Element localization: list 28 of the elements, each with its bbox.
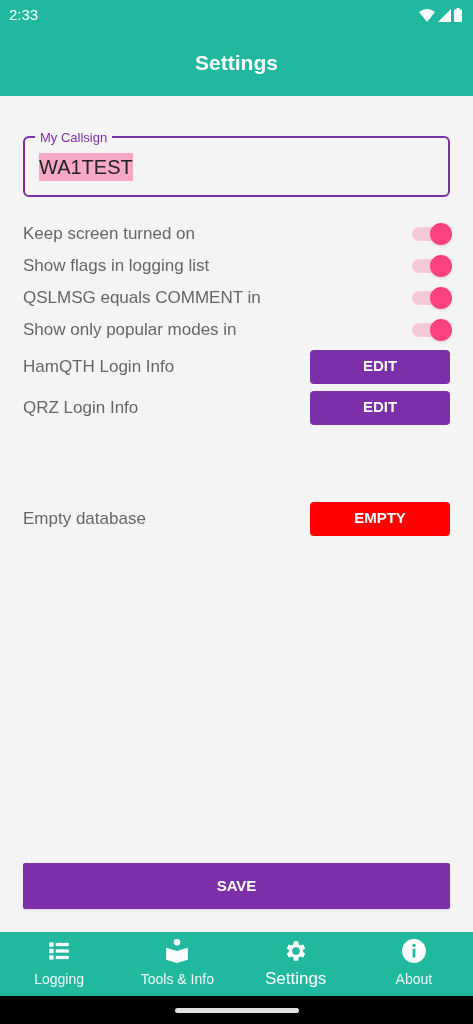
nav-tab[interactable]: Logging — [0, 932, 119, 996]
book-reader-icon — [164, 938, 191, 964]
toggle-switch[interactable] — [410, 286, 452, 310]
nav-tab[interactable]: Tools & Info — [118, 932, 237, 996]
edit-button[interactable]: EDIT — [310, 349, 450, 384]
status-time: 2:33 — [9, 4, 39, 25]
field-value: WA1TEST — [39, 152, 133, 181]
info-icon — [400, 938, 427, 964]
nav-tab[interactable]: Settings — [236, 932, 355, 996]
nav-tab[interactable]: About — [354, 932, 473, 996]
toggle-switch[interactable] — [410, 222, 452, 246]
setting-label: Show flags in logging list — [23, 255, 210, 278]
setting-label: QRZ Login Info — [23, 396, 139, 419]
battery-icon — [454, 8, 462, 22]
setting-label: HamQTH Login Info — [23, 355, 175, 378]
empty-button[interactable]: EMPTY — [310, 501, 450, 536]
toggle-switch[interactable] — [410, 254, 452, 278]
wifi-icon — [419, 8, 435, 22]
save-button[interactable]: SAVE — [23, 863, 450, 909]
toggle-switch[interactable] — [410, 318, 452, 342]
screen-title: Settings — [195, 50, 278, 77]
home-indicator[interactable] — [174, 1007, 299, 1013]
signal-icon — [438, 8, 451, 22]
setting-label: Empty database — [23, 507, 146, 530]
setting-label: QSLMSG equals COMMENT in — [23, 287, 261, 310]
edit-button[interactable]: EDIT — [310, 390, 450, 425]
setting-label: Show only popular modes in — [23, 319, 237, 342]
setting-label: Keep screen turned on — [23, 223, 195, 246]
